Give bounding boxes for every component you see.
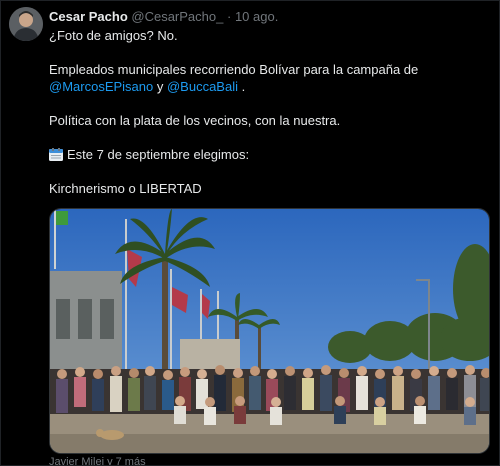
tagged-users[interactable]: Javier Milei y 7 más xyxy=(49,456,146,465)
separator-dot: · xyxy=(226,9,232,24)
election-date-text: Este 7 de septiembre elegimos: xyxy=(67,147,250,162)
tweet-line-1: ¿Foto de amigos? No. xyxy=(49,28,178,43)
tweet-line-3: @MarcosEPisano y @BuccaBali . xyxy=(49,78,245,95)
tweet-header: Cesar Pacho @CesarPacho_ · 10 ago. xyxy=(49,9,278,25)
avatar[interactable] xyxy=(9,7,43,41)
tweet-card[interactable]: Cesar Pacho @CesarPacho_ · 10 ago. ¿Foto… xyxy=(0,0,500,466)
tweet-timestamp[interactable]: 10 ago. xyxy=(235,9,278,24)
period-text: . xyxy=(238,79,246,94)
tweet-line-2: Empleados municipales recorriendo Bolíva… xyxy=(49,62,419,77)
tweet-line-4: Política con la plata de los vecinos, co… xyxy=(49,113,341,128)
calendar-icon xyxy=(49,148,63,161)
tweet-line-5: Este 7 de septiembre elegimos: xyxy=(49,146,249,163)
tweet-line-6: Kirchnerismo o LIBERTAD xyxy=(49,181,202,196)
author-name[interactable]: Cesar Pacho xyxy=(49,9,128,24)
mention-marcosepisano[interactable]: @MarcosEPisano xyxy=(49,79,153,94)
author-handle[interactable]: @CesarPacho_ xyxy=(131,9,223,24)
mention-buccabali[interactable]: @BuccaBali xyxy=(167,79,238,94)
conjunction-text: y xyxy=(153,79,167,94)
group-photo[interactable] xyxy=(49,208,490,454)
